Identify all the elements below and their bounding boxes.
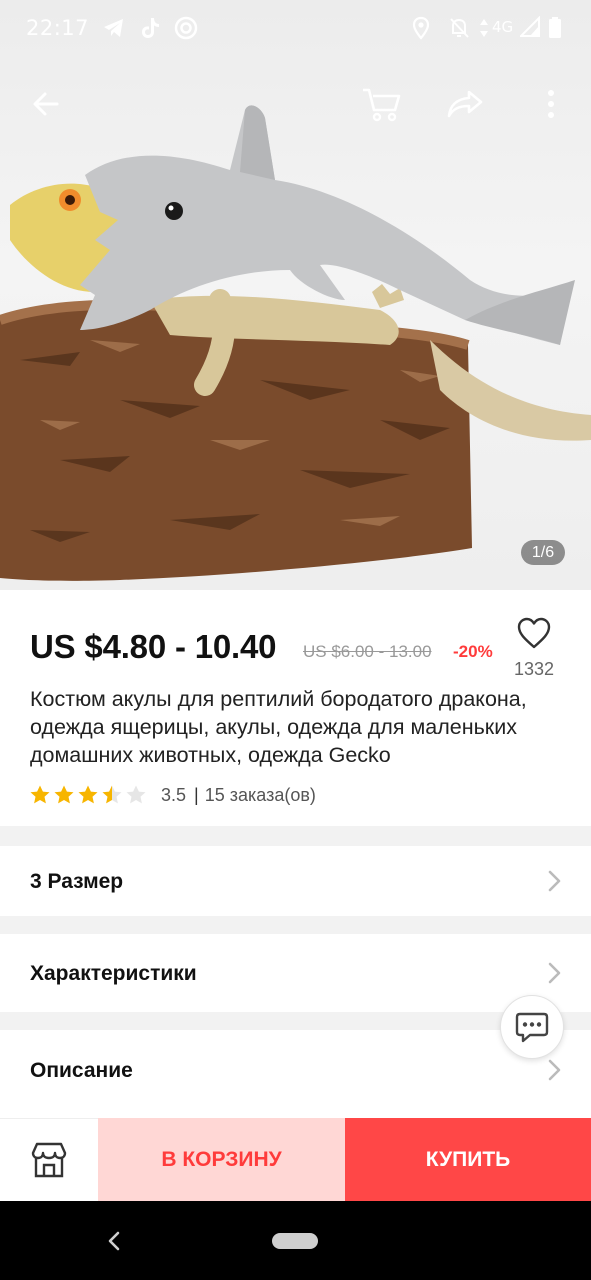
back-arrow-icon <box>33 92 59 116</box>
cart-button[interactable] <box>353 76 409 132</box>
product-info: US $4.80 - 10.40 US $6.00 - 13.00 -20% 1… <box>0 590 591 826</box>
star-icon <box>78 785 98 804</box>
product-title: Костюм акулы для рептилий бородатого дра… <box>30 687 527 767</box>
section-divider <box>0 916 591 934</box>
specifications-row[interactable]: Характеристики <box>0 934 591 1012</box>
data-arrows-icon <box>480 19 488 37</box>
star-icon <box>102 785 122 804</box>
telegram-icon <box>104 19 123 37</box>
network-type: 4G <box>492 18 514 36</box>
share-button[interactable] <box>437 76 493 132</box>
back-button[interactable] <box>18 76 74 132</box>
rating-divider: | <box>194 784 199 805</box>
cart-icon <box>363 88 401 122</box>
price: US $4.80 - 10.40 <box>30 628 277 665</box>
battery-icon <box>549 17 561 38</box>
size-label: 3 Размер <box>30 870 124 893</box>
status-bar: 22:17 4G <box>0 0 591 58</box>
old-price: US $6.00 - 13.00 <box>303 642 432 661</box>
chat-button[interactable] <box>500 995 564 1059</box>
system-home-pill[interactable] <box>272 1233 318 1249</box>
bottom-action-bar: В КОРЗИНУ КУПИТЬ <box>0 1118 591 1201</box>
section-divider <box>0 826 591 846</box>
mute-icon <box>450 18 469 38</box>
store-button[interactable] <box>0 1118 98 1201</box>
chevron-right-icon <box>548 962 561 984</box>
star-icon <box>54 785 74 804</box>
heart-icon <box>517 617 551 649</box>
product-gallery[interactable]: 22:17 4G 1/6 <box>0 0 591 590</box>
store-icon <box>31 1142 67 1178</box>
rating-summary[interactable]: 3.5 | 15 заказа(ов) <box>29 783 316 807</box>
signal-icon <box>520 16 540 37</box>
share-icon <box>447 90 483 118</box>
product-image[interactable] <box>0 0 591 590</box>
size-selector-row[interactable]: 3 Размер <box>0 846 591 916</box>
wishlist-button[interactable]: 1332 <box>506 610 562 680</box>
description-label: Описание <box>30 1059 133 1082</box>
more-button[interactable] <box>523 76 579 132</box>
buy-now-button[interactable]: КУПИТЬ <box>345 1118 591 1201</box>
orders-count: 15 заказа(ов) <box>204 784 316 805</box>
more-vert-icon <box>548 90 554 118</box>
star-icon <box>30 785 50 804</box>
tiktok-icon <box>142 18 159 38</box>
status-time: 22:17 <box>26 16 90 40</box>
discount-badge: -20% <box>453 642 493 661</box>
rating-value: 3.5 <box>161 784 187 805</box>
specifications-label: Характеристики <box>30 962 197 985</box>
star-icon <box>126 785 146 804</box>
location-icon <box>412 16 430 40</box>
chevron-right-icon <box>548 1059 561 1081</box>
add-to-cart-button[interactable]: В КОРЗИНУ <box>98 1118 345 1201</box>
wishlist-count: 1332 <box>513 659 555 679</box>
chevron-right-icon <box>548 870 561 892</box>
rating-stars <box>29 784 147 806</box>
description-row[interactable]: Описание <box>0 1030 591 1118</box>
system-navigation-bar <box>0 1201 591 1280</box>
gallery-counter: 1/6 <box>521 540 565 565</box>
system-back-icon[interactable] <box>104 1227 124 1255</box>
app-notification-icon <box>174 16 198 40</box>
chat-icon <box>515 1012 549 1043</box>
